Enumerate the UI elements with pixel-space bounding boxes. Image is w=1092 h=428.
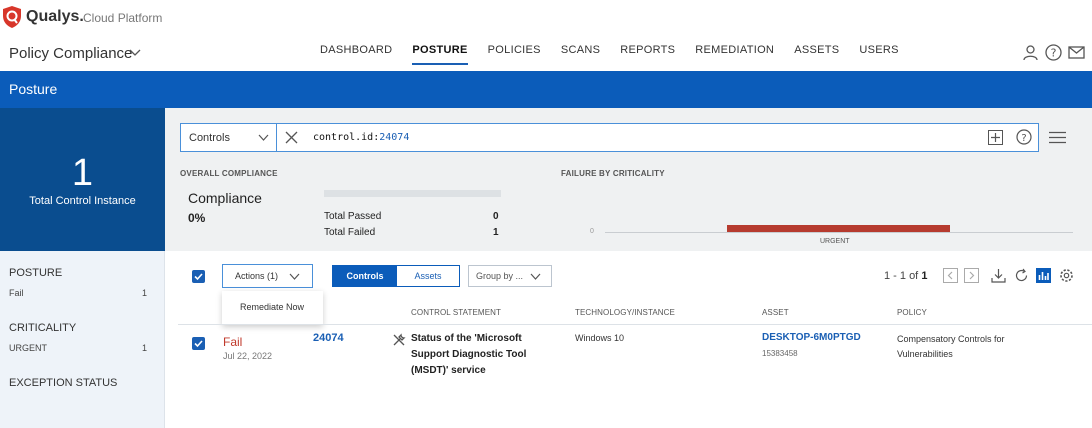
nav-scans[interactable]: SCANS (561, 36, 600, 71)
nav-assets[interactable]: ASSETS (794, 36, 839, 71)
row-statement[interactable]: Status of the 'Microsoft Support Diagnos… (411, 331, 561, 379)
row-asset-id: 15383458 (762, 349, 798, 358)
compliance-title: Compliance (188, 190, 262, 206)
refresh-icon[interactable] (1014, 268, 1029, 283)
gear-icon[interactable] (1059, 268, 1074, 283)
row-control-id[interactable]: 24074 (313, 332, 344, 344)
mail-icon[interactable] (1068, 44, 1085, 61)
tools-icon (393, 333, 406, 346)
filter-panel: POSTURE Fail 1 CRITICALITY URGENT 1 EXCE… (0, 251, 165, 428)
search-query: control.id:24074 (313, 132, 409, 143)
svg-text:?: ? (1051, 47, 1057, 60)
app-title[interactable]: Policy Compliance (9, 45, 132, 62)
search-scope-value: Controls (189, 132, 230, 144)
crit-axis (605, 232, 1073, 233)
top-icons: ? (1022, 44, 1085, 61)
tab-assets[interactable]: Assets (397, 266, 459, 286)
pager-total: 1 (921, 270, 928, 282)
view-toggle: Controls Assets (332, 265, 460, 287)
menu-icon[interactable] (1049, 131, 1066, 144)
row-asset-name[interactable]: DESKTOP-6M0PTGD (762, 332, 861, 343)
crit-bar-label: URGENT (820, 238, 850, 245)
nav-reports[interactable]: REPORTS (620, 36, 675, 71)
compliance-progress-bar (324, 190, 501, 197)
download-icon[interactable] (991, 268, 1006, 283)
pager-range: 1 - 1 of (884, 270, 919, 282)
search-input[interactable]: control.id:24074 ? (276, 123, 1039, 152)
group-by-label: Group by ... (476, 271, 524, 281)
crit-axis-zero: 0 (590, 228, 594, 235)
brand-subtitle: Cloud Platform (83, 11, 163, 25)
col-header-policy[interactable]: POLICY (897, 308, 927, 317)
total-failed-value: 1 (493, 227, 499, 238)
brand-bar: Qualys. Cloud Platform (0, 0, 1092, 36)
next-page-icon[interactable] (964, 268, 979, 283)
actions-label: Actions (1) (235, 271, 279, 281)
row-checkbox[interactable] (192, 337, 205, 350)
prev-page-icon[interactable] (943, 268, 958, 283)
brand-name: Qualys. (26, 8, 84, 25)
overall-compliance-title: OVERALL COMPLIANCE (180, 169, 278, 178)
query-value: 24074 (379, 132, 410, 143)
pager-text: 1 - 1 of 1 (884, 270, 927, 282)
page-title: Posture (9, 81, 58, 97)
total-count: 1 (71, 152, 94, 194)
row-policy: Compensatory Controls for Vulnerabilitie… (897, 334, 1005, 359)
user-icon[interactable] (1022, 44, 1039, 61)
chevron-down-icon (289, 273, 300, 280)
menu-item-remediate-now[interactable]: Remediate Now (240, 302, 304, 312)
filter-item-label: Fail (9, 288, 24, 298)
filter-item-count: 1 (141, 343, 147, 353)
search-scope-select[interactable]: Controls (180, 123, 276, 152)
filter-criticality-heading: CRITICALITY (9, 322, 77, 334)
app-bar: Policy Compliance DASHBOARD POSTURE POLI… (0, 36, 1092, 71)
page-header: Posture (0, 71, 1092, 108)
group-by-select[interactable]: Group by ... (468, 265, 552, 287)
nav-dashboard[interactable]: DASHBOARD (320, 36, 392, 71)
filter-item-label: URGENT (9, 343, 47, 353)
total-failed-label: Total Failed (324, 227, 376, 238)
actions-button[interactable]: Actions (1) (222, 264, 313, 288)
main-nav: DASHBOARD POSTURE POLICIES SCANS REPORTS… (320, 36, 919, 71)
clear-icon[interactable] (285, 131, 298, 144)
col-header-technology[interactable]: TECHNOLOGY/INSTANCE (575, 308, 675, 317)
chevron-down-icon (530, 273, 541, 280)
filter-posture-heading: POSTURE (9, 267, 63, 279)
chart-view-icon[interactable] (1036, 268, 1051, 283)
actions-dropdown: Remediate Now (222, 291, 323, 325)
row-date: Jul 22, 2022 (223, 351, 273, 361)
chevron-down-icon[interactable] (129, 48, 141, 58)
col-header-statement[interactable]: CONTROL STATEMENT (411, 308, 501, 317)
help-icon[interactable]: ? (1045, 44, 1062, 61)
nav-posture[interactable]: POSTURE (412, 36, 468, 71)
total-passed-value: 0 (493, 211, 499, 222)
add-filter-icon[interactable] (988, 130, 1003, 145)
chevron-down-icon (258, 134, 269, 141)
nav-remediation[interactable]: REMEDIATION (695, 36, 774, 71)
failure-by-criticality-title: FAILURE BY CRITICALITY (561, 169, 665, 178)
query-key: control.id: (313, 132, 380, 143)
row-technology: Windows 10 (575, 333, 625, 343)
summary-card: 1 Total Control Instance (0, 108, 165, 251)
svg-text:?: ? (1021, 133, 1026, 144)
row-status: Fail (223, 335, 243, 349)
compliance-percent: 0% (188, 211, 206, 225)
qualys-logo-icon (3, 6, 21, 28)
select-all-checkbox[interactable] (192, 270, 205, 283)
filter-item-count: 1 (141, 288, 147, 298)
search-help-icon[interactable]: ? (1016, 129, 1032, 145)
nav-users[interactable]: USERS (859, 36, 898, 71)
filter-exception-heading[interactable]: EXCEPTION STATUS (9, 377, 117, 389)
tab-controls[interactable]: Controls (333, 266, 397, 286)
total-passed-label: Total Passed (324, 211, 382, 222)
filter-criticality-urgent[interactable]: URGENT 1 (9, 343, 147, 353)
crit-bar-urgent[interactable] (727, 225, 950, 232)
table-divider (178, 324, 1092, 325)
nav-policies[interactable]: POLICIES (488, 36, 541, 71)
col-header-asset[interactable]: ASSET (762, 308, 789, 317)
total-label: Total Control Instance (29, 195, 136, 207)
filter-posture-fail[interactable]: Fail 1 (9, 288, 147, 298)
